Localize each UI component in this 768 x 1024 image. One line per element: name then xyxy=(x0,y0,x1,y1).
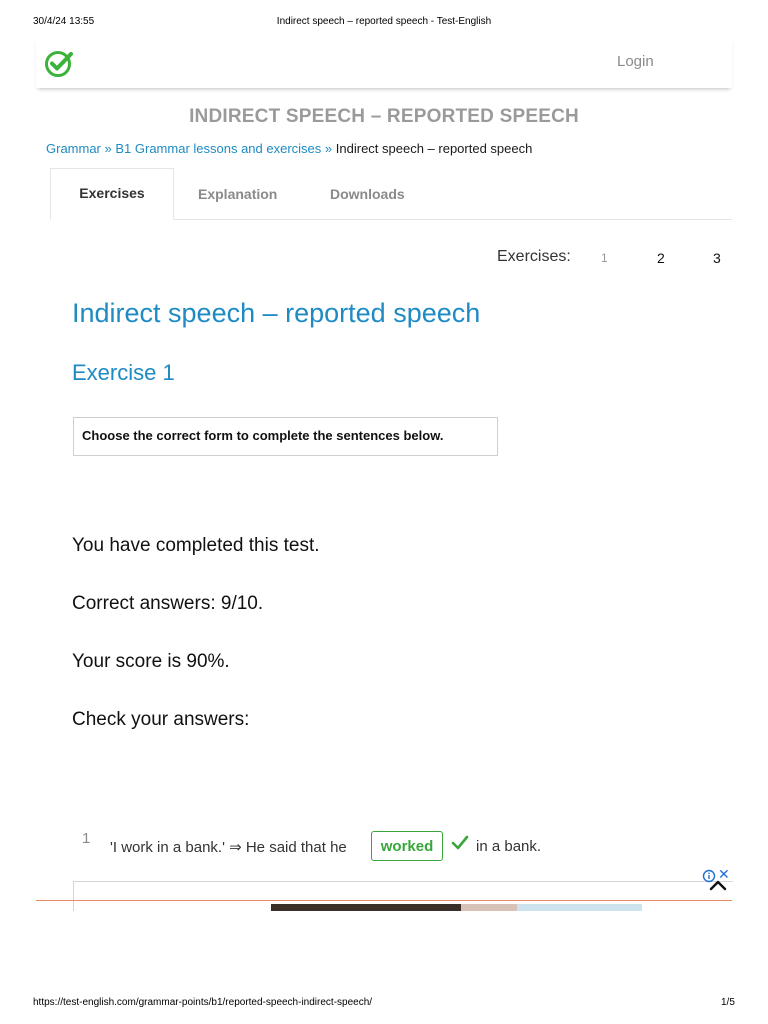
print-footer: https://test-english.com/grammar-points/… xyxy=(0,997,768,1011)
instruction-box: Choose the correct form to complete the … xyxy=(73,417,498,456)
question-number: 1 xyxy=(82,830,91,847)
question-row: 1 'I work in a bank.' ⇒ He said that he … xyxy=(82,830,642,864)
chevron-up-icon[interactable] xyxy=(708,878,728,892)
logo-check-icon[interactable] xyxy=(44,49,74,79)
breadcrumb-current: Indirect speech – reported speech xyxy=(335,141,533,156)
breadcrumb-b1-grammar[interactable]: B1 Grammar lessons and exercises xyxy=(115,141,321,156)
ad-image[interactable] xyxy=(461,904,517,911)
ad-image[interactable] xyxy=(517,904,642,911)
result-correct-answers: Correct answers: 9/10. xyxy=(72,593,264,614)
question-text-before: 'I work in a bank.' ⇒ He said that he xyxy=(110,839,347,856)
top-navbar: Login xyxy=(36,38,732,88)
check-icon xyxy=(451,835,469,850)
breadcrumb-separator: » xyxy=(324,141,333,156)
print-title: Indirect speech – reported speech - Test… xyxy=(276,16,492,27)
result-completed: You have completed this test. xyxy=(72,535,320,556)
exercise-page-2[interactable]: 2 xyxy=(657,250,665,266)
ad-banner[interactable] xyxy=(73,881,733,911)
print-page-number: 1/5 xyxy=(721,997,735,1008)
lesson-title: Indirect speech – reported speech xyxy=(72,298,481,328)
tab-bar: Exercises Explanation Downloads xyxy=(50,168,732,220)
print-header: 30/4/24 13:55 Indirect speech – reported… xyxy=(0,16,768,30)
login-link[interactable]: Login xyxy=(617,53,654,70)
exercise-pagination: Exercises: 1 2 3 xyxy=(497,248,737,268)
tab-downloads[interactable]: Downloads xyxy=(330,168,405,220)
result-score: Your score is 90%. xyxy=(72,651,230,672)
exercise-page-1[interactable]: 1 xyxy=(601,251,608,265)
exercise-title: Exercise 1 xyxy=(72,360,175,385)
page-heading: INDIRECT SPEECH – REPORTED SPEECH xyxy=(189,106,579,127)
breadcrumb-separator: » xyxy=(104,141,112,156)
tab-explanation[interactable]: Explanation xyxy=(198,168,277,220)
answer-correct: worked xyxy=(371,831,443,861)
breadcrumb: Grammar » B1 Grammar lessons and exercis… xyxy=(46,141,532,156)
ad-divider xyxy=(36,900,732,901)
print-url: https://test-english.com/grammar-points/… xyxy=(33,997,373,1008)
breadcrumb-grammar[interactable]: Grammar xyxy=(46,141,101,156)
exercise-pagination-label: Exercises: xyxy=(497,248,571,265)
question-text-after: in a bank. xyxy=(476,838,542,855)
exercise-page-3[interactable]: 3 xyxy=(713,250,721,266)
result-check-heading: Check your answers: xyxy=(72,709,250,730)
ad-image[interactable] xyxy=(271,904,461,911)
tab-exercises[interactable]: Exercises xyxy=(50,168,174,220)
